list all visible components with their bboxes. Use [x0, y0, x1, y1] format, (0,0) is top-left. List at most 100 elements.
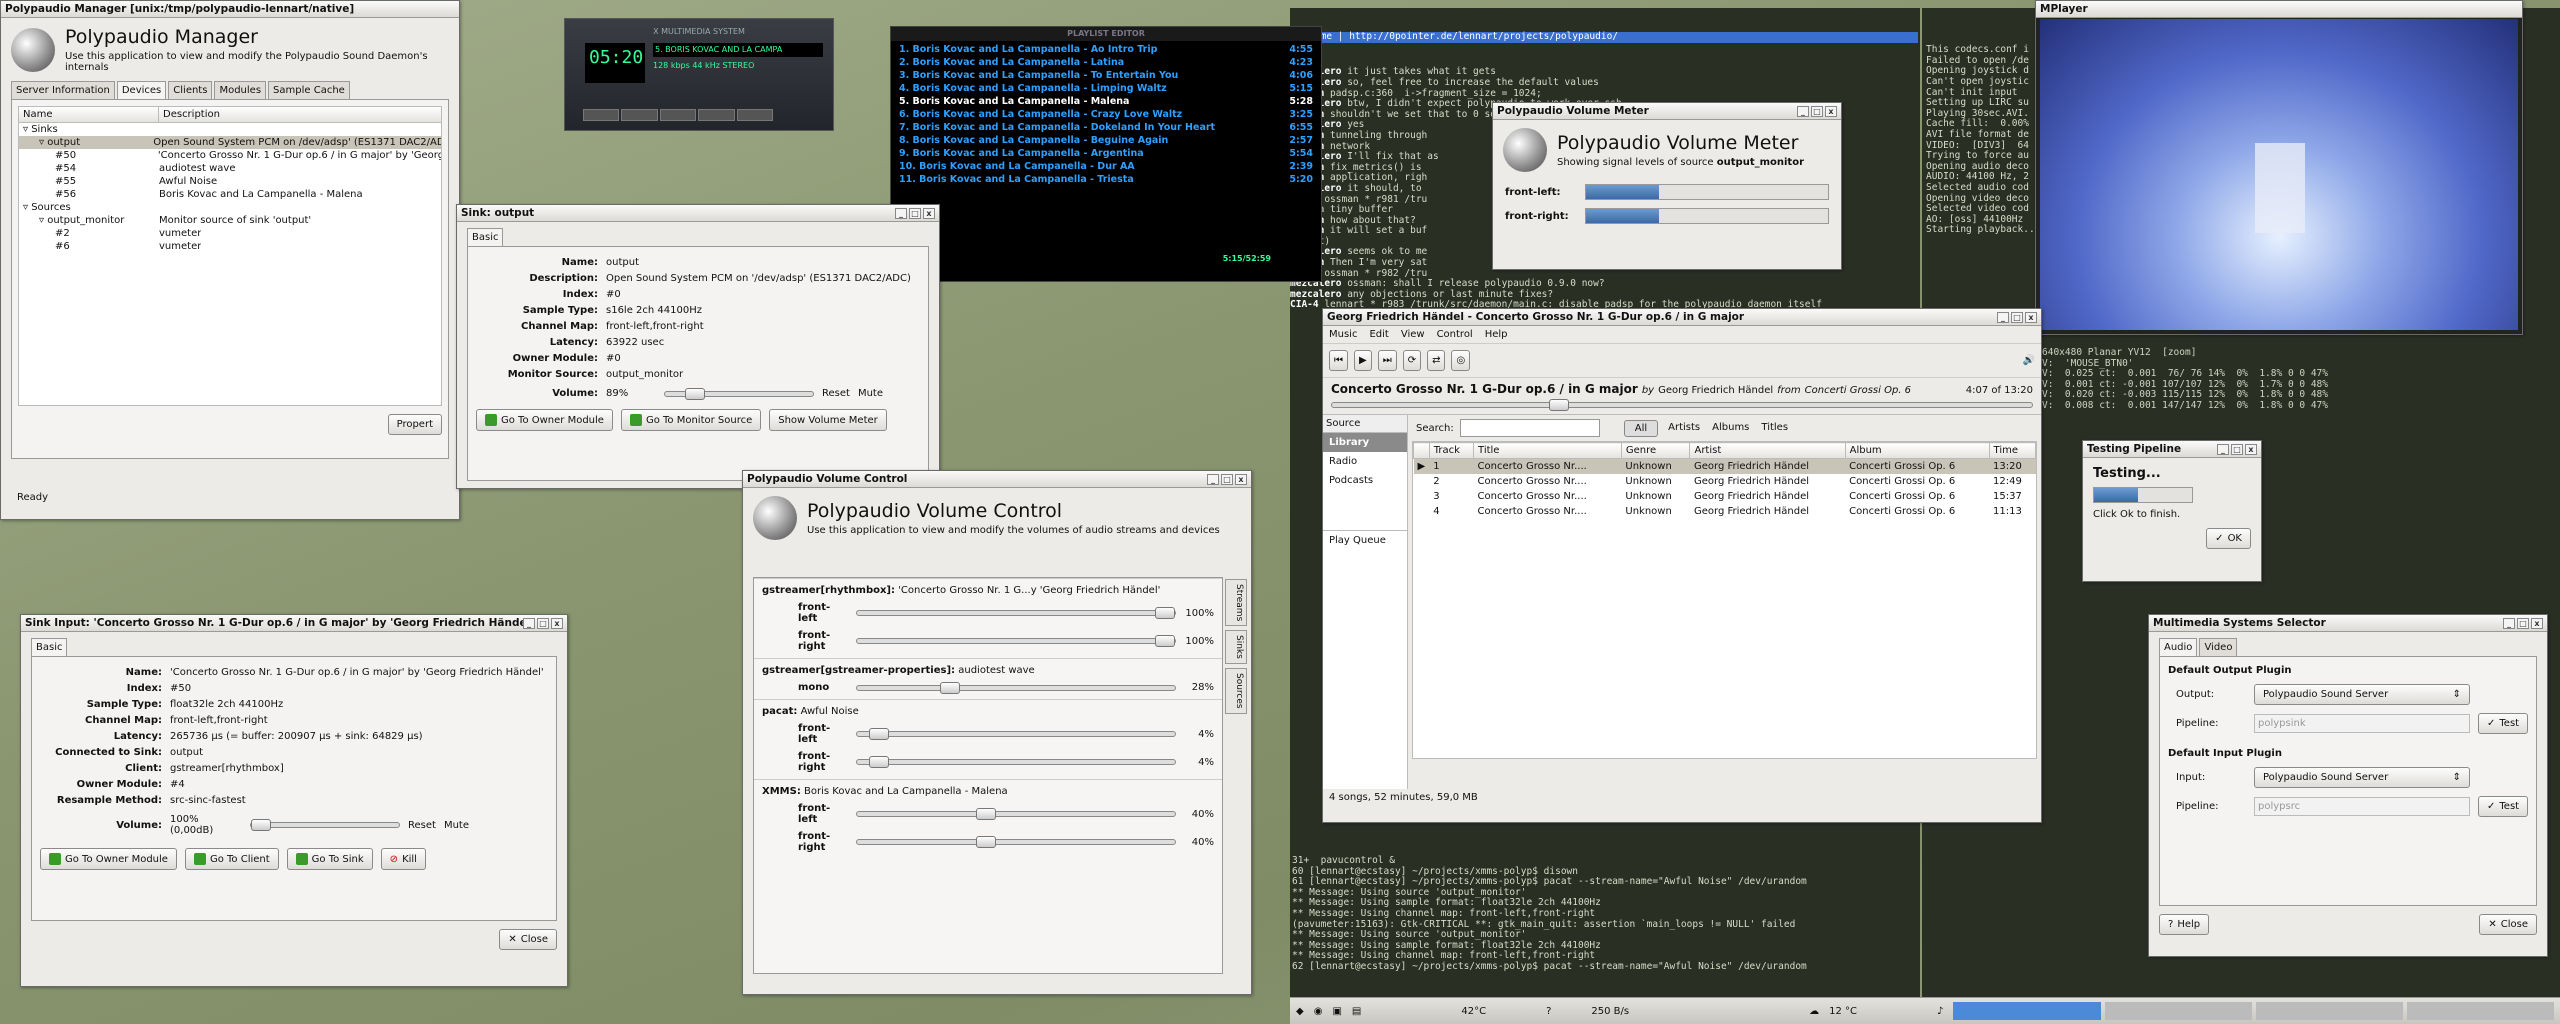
- source-radio[interactable]: Radio: [1323, 452, 1407, 471]
- volume-slider[interactable]: [250, 819, 400, 831]
- tree-row[interactable]: #56 Boris Kovac and La Campanella - Malen…: [19, 188, 441, 201]
- playlist-row[interactable]: 4. Boris Kovac and La Campanella - Limpi…: [891, 82, 1321, 95]
- go-to-owner-module-button[interactable]: Go To Owner Module: [476, 409, 613, 431]
- channel-slider[interactable]: [856, 836, 1176, 848]
- col-time[interactable]: Time: [1988, 442, 2037, 459]
- playlist-row[interactable]: 11. Boris Kovac and La Campanella - Trie…: [891, 173, 1321, 186]
- menu-edit[interactable]: Edit: [1369, 329, 1388, 340]
- shuffle-icon[interactable]: ⇄: [1427, 350, 1446, 371]
- tree-row[interactable]: ▿ Sources: [19, 201, 441, 214]
- browser-icon[interactable]: ◉: [1314, 1006, 1323, 1017]
- go-to-sink-button[interactable]: Go To Sink: [286, 848, 373, 870]
- input-select[interactable]: Polypaudio Sound Server ⇕: [2254, 767, 2470, 788]
- tree-row[interactable]: ▿ Sinks: [19, 123, 441, 136]
- menu-help[interactable]: Help: [1485, 329, 1508, 340]
- playlist-row[interactable]: 1. Boris Kovac and La Campanella - Ao In…: [891, 43, 1321, 56]
- tab-basic[interactable]: Basic: [467, 228, 504, 246]
- tab-sources[interactable]: Sources: [1225, 668, 1247, 714]
- menu-control[interactable]: Control: [1437, 329, 1473, 340]
- tree-row[interactable]: #55 Awful Noise: [19, 175, 441, 188]
- seek-slider[interactable]: [1331, 399, 2033, 411]
- col-playing[interactable]: [1413, 442, 1430, 459]
- help-icon[interactable]: ?: [1546, 1006, 1551, 1017]
- table-row[interactable]: ▶ 1 Concerto Grosso Nr.... Unknown Georg Fri…: [1413, 458, 2036, 474]
- filter-albums[interactable]: Albums: [1710, 420, 1751, 437]
- tab-basic[interactable]: Basic: [31, 638, 68, 656]
- search-input[interactable]: [1459, 419, 1600, 437]
- source-library[interactable]: Library: [1323, 433, 1407, 452]
- source-podcasts[interactable]: Podcasts: [1323, 471, 1407, 490]
- tab-sinks[interactable]: Sinks: [1225, 630, 1247, 665]
- tab-video[interactable]: Video: [2199, 638, 2238, 656]
- go-to-owner-module-button[interactable]: Go To Owner Module: [40, 848, 177, 870]
- playlist-row[interactable]: 10. Boris Kovac and La Campanella - Dur …: [891, 160, 1321, 173]
- table-row[interactable]: 4 Concerto Grosso Nr.... Unknown Georg Frie…: [1414, 504, 2036, 519]
- terminal-icon[interactable]: ▣: [1332, 1006, 1341, 1017]
- channel-slider[interactable]: [856, 808, 1176, 820]
- playlist-row[interactable]: 3. Boris Kovac and La Campanella - To En…: [891, 69, 1321, 82]
- col-album[interactable]: Album: [1844, 442, 1990, 459]
- video-frame[interactable]: [2040, 19, 2518, 330]
- track-list[interactable]: Track Title Genre Artist Album Time ▶ 1 Concerto…: [1412, 441, 2037, 759]
- volume-slider[interactable]: [664, 387, 814, 400]
- files-icon[interactable]: ▤: [1352, 1006, 1361, 1017]
- channel-slider[interactable]: [856, 728, 1176, 740]
- tree-row[interactable]: #6 vumeter: [19, 240, 441, 253]
- next-icon[interactable]: ⏭: [1377, 350, 1397, 371]
- source-play-queue[interactable]: Play Queue: [1323, 530, 1407, 550]
- output-select[interactable]: Polypaudio Sound Server ⇕: [2254, 684, 2470, 705]
- go-to-client-button[interactable]: Go To Client: [184, 848, 279, 870]
- tab-server-information[interactable]: Server Information: [11, 81, 115, 99]
- tree-row[interactable]: #54 audiotest wave: [19, 162, 441, 175]
- playlist-row[interactable]: 7. Boris Kovac and La Campanella - Dokel…: [891, 121, 1321, 134]
- menu-view[interactable]: View: [1401, 329, 1425, 340]
- playlist-row[interactable]: 2. Boris Kovac and La Campanella - Latin…: [891, 56, 1321, 69]
- play-icon[interactable]: ▶: [1354, 350, 1372, 371]
- menu-music[interactable]: Music: [1329, 329, 1357, 340]
- table-row[interactable]: 2 Concerto Grosso Nr.... Unknown Georg Frie…: [1414, 474, 2036, 489]
- tab-streams[interactable]: Streams: [1225, 579, 1247, 627]
- col-genre[interactable]: Genre: [1620, 442, 1691, 459]
- col-artist[interactable]: Artist: [1689, 442, 1846, 459]
- show-volume-meter-button[interactable]: Show Volume Meter: [769, 409, 887, 431]
- channel-slider[interactable]: [856, 756, 1176, 768]
- ok-button[interactable]: ✓ OK: [2206, 528, 2251, 549]
- output-test-button[interactable]: ✓ Test: [2478, 713, 2528, 734]
- playlist-row[interactable]: 8. Boris Kovac and La Campanella - Begui…: [891, 134, 1321, 147]
- tree-row[interactable]: #2 vumeter: [19, 227, 441, 240]
- playlist-row[interactable]: 9. Boris Kovac and La Campanella - Argen…: [891, 147, 1321, 160]
- go-to-monitor-source-button[interactable]: Go To Monitor Source: [620, 409, 762, 431]
- tree-row[interactable]: ▿ output_monitor Monitor source of sink '…: [19, 214, 441, 227]
- workspace-switcher[interactable]: [1953, 1002, 2554, 1020]
- filter-titles[interactable]: Titles: [1759, 420, 1790, 437]
- pause-button[interactable]: [659, 109, 697, 121]
- channel-slider[interactable]: [856, 681, 1176, 694]
- close-button[interactable]: ✕ Close: [499, 929, 557, 950]
- reset-link[interactable]: Reset: [408, 820, 436, 831]
- prev-button[interactable]: [583, 109, 620, 121]
- tab-audio[interactable]: Audio: [2159, 638, 2198, 656]
- col-title[interactable]: Title: [1473, 442, 1622, 459]
- close-button[interactable]: ✕ Close: [2479, 914, 2537, 935]
- properties-button[interactable]: Propert: [387, 414, 442, 435]
- mute-toggle[interactable]: Mute: [444, 820, 469, 831]
- menu-icon[interactable]: ◆: [1296, 1006, 1304, 1017]
- previous-icon[interactable]: ⏮: [1329, 350, 1348, 371]
- volume-icon[interactable]: 🔊: [2023, 355, 2035, 366]
- reset-link[interactable]: Reset: [822, 388, 850, 399]
- stop-button[interactable]: [698, 109, 735, 121]
- input-pipeline-field[interactable]: polypsrc: [2254, 797, 2470, 816]
- tree-row[interactable]: ▿ output Open Sound System PCM on /dev/ad…: [19, 136, 441, 149]
- playlist-row[interactable]: 5. Boris Kovac and La Campanella - Malen…: [891, 95, 1321, 108]
- visualization-icon[interactable]: ◎: [1451, 350, 1471, 371]
- repeat-icon[interactable]: ⟳: [1402, 350, 1422, 371]
- table-row[interactable]: 3 Concerto Grosso Nr.... Unknown Georg Frie…: [1414, 489, 2036, 504]
- input-test-button[interactable]: ✓ Test: [2478, 796, 2528, 817]
- mute-toggle[interactable]: Mute: [858, 388, 883, 399]
- filter-all[interactable]: All: [1623, 419, 1659, 437]
- tab-clients[interactable]: Clients: [168, 81, 213, 99]
- filter-artists[interactable]: Artists: [1666, 420, 1702, 437]
- channel-slider[interactable]: [856, 607, 1176, 619]
- tab-modules[interactable]: Modules: [214, 81, 267, 99]
- col-name[interactable]: Name: [19, 107, 159, 122]
